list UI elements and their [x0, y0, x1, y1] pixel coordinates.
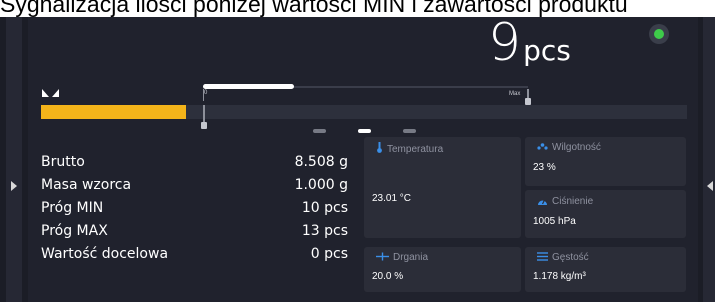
- chevron-right-icon: [11, 181, 17, 191]
- parameter-list: Brutto 8.508 g Masa wzorca 1.000 g Próg MIN 1…: [41, 154, 348, 269]
- density-icon: [537, 252, 548, 264]
- page-indicator[interactable]: [313, 129, 423, 134]
- left-panel-tab[interactable]: [6, 17, 22, 302]
- gauge-icon: [537, 197, 548, 208]
- right-panel-tab[interactable]: [703, 17, 715, 302]
- humidity-value: 23 %: [533, 162, 556, 173]
- parameter-row: Masa wzorca 1.000 g: [41, 177, 348, 196]
- parameter-row: Próg MAX 13 pcs: [41, 223, 348, 242]
- parameter-value: 13 pcs: [301, 223, 348, 239]
- caption-text: Sygnalizacja ilości poniżej wartości MIN…: [0, 0, 628, 17]
- parameter-row: Wartość docelowa 0 pcs: [41, 246, 348, 265]
- progress-fill: [203, 84, 294, 89]
- parameter-row: Próg MIN 10 pcs: [41, 200, 348, 219]
- parameter-value: 8.508 g: [294, 154, 348, 170]
- page-dot[interactable]: [403, 129, 416, 133]
- temperature-card[interactable]: Temperatura 23.01 °C: [364, 137, 521, 238]
- pressure-title: Ciśnienie: [552, 196, 594, 207]
- vibration-icon: [376, 252, 389, 264]
- parameter-label: Brutto: [41, 154, 85, 170]
- page-dot[interactable]: [313, 129, 326, 133]
- humidity-card[interactable]: Wilgotność 23 %: [525, 137, 686, 186]
- parameter-value: 1.000 g: [294, 177, 348, 193]
- weight-value: 9: [488, 13, 522, 73]
- max-label: Max: [509, 91, 521, 97]
- parameter-value: 0 pcs: [310, 246, 348, 262]
- status-led-icon: [649, 24, 669, 44]
- temperature-title: Temperatura: [387, 144, 444, 155]
- parameter-label: Próg MAX: [41, 223, 108, 239]
- temperature-value: 23.01 °C: [372, 193, 412, 204]
- density-title: Gęstość: [552, 252, 589, 263]
- page-dot[interactable]: [358, 129, 371, 133]
- weight-display: 9pcs: [488, 13, 571, 73]
- density-value: 1.178 kg/m³: [533, 271, 586, 282]
- vibration-title: Drgania: [393, 252, 429, 263]
- thermometer-icon: [376, 142, 383, 156]
- weighing-panel: 9pcs 0 Max Brutto 8.508 g Masa wzorca 1.000…: [28, 13, 698, 302]
- parameter-row: Brutto 8.508 g: [41, 154, 348, 173]
- min-threshold-handle: [201, 122, 207, 129]
- vibration-value: 20.0 %: [372, 271, 404, 282]
- zero-label: 0: [204, 90, 208, 96]
- density-card[interactable]: Gęstość 1.178 kg/m³: [525, 247, 686, 292]
- max-threshold-handle: [525, 98, 531, 105]
- chevron-left-icon: [707, 181, 713, 191]
- parameter-label: Wartość docelowa: [41, 246, 169, 262]
- parameter-value: 10 pcs: [301, 200, 348, 216]
- stability-indicator-icon: [42, 89, 59, 97]
- load-bargraph-fill: [41, 105, 186, 119]
- scale-screen: 9pcs 0 Max Brutto 8.508 g Masa wzorca 1.000…: [0, 13, 715, 302]
- parameter-label: Próg MIN: [41, 200, 104, 216]
- pressure-value: 1005 hPa: [533, 216, 576, 227]
- parameter-label: Masa wzorca: [41, 177, 132, 193]
- humidity-title: Wilgotność: [552, 142, 601, 153]
- humidity-drops-icon: [537, 142, 548, 154]
- vibration-card[interactable]: Drgania 20.0 %: [364, 247, 521, 292]
- pressure-card[interactable]: Ciśnienie 1005 hPa: [525, 190, 686, 238]
- weight-unit: pcs: [523, 34, 571, 67]
